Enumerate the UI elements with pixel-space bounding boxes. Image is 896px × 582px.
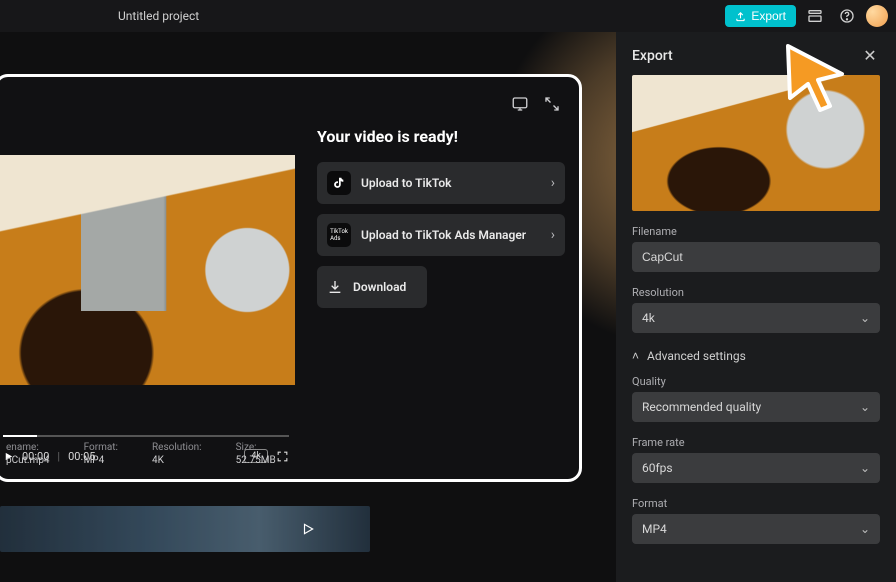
filename-input[interactable] (632, 242, 880, 272)
video-preview[interactable] (0, 155, 295, 385)
download-label: Download (353, 280, 406, 294)
modal-title: Your video is ready! (317, 127, 565, 146)
resolution-select[interactable]: 4k ⌄ (632, 303, 880, 333)
export-panel-title: Export (632, 48, 673, 64)
tiktok-ads-icon: TikTokAds (327, 223, 351, 247)
avatar[interactable] (866, 5, 888, 27)
close-icon[interactable]: ✕ (860, 46, 880, 65)
filename-label: Filename (632, 225, 880, 238)
chevron-down-icon: ⌄ (860, 400, 870, 414)
export-metadata: ename:pCut.mp4 Format:MP4 Resolution:4K … (6, 442, 882, 532)
chevron-up-icon: ˄ (632, 349, 639, 363)
top-bar: Untitled project Export (0, 0, 896, 32)
layout-toggle-icon[interactable] (802, 3, 828, 29)
chevron-right-icon: › (551, 227, 555, 243)
progress-bar[interactable] (3, 435, 289, 437)
expand-icon[interactable] (543, 95, 561, 113)
download-icon (327, 279, 343, 295)
export-button-label: Export (751, 9, 786, 23)
export-button[interactable]: Export (725, 5, 796, 27)
upload-icon (735, 11, 746, 22)
cursor-illustration (780, 40, 860, 120)
upload-to-ads-label: Upload to TikTok Ads Manager (361, 228, 526, 242)
resolution-value: 4k (642, 311, 655, 325)
download-button[interactable]: Download (317, 266, 427, 308)
quality-label: Quality (632, 375, 880, 388)
export-complete-modal: 00:00 | 00:05 4k Your video is ready! Up… (0, 74, 582, 482)
project-title: Untitled project (118, 9, 199, 23)
chevron-down-icon: ⌄ (860, 311, 870, 325)
help-icon[interactable] (834, 3, 860, 29)
advanced-settings-label: Advanced settings (647, 349, 746, 363)
advanced-settings-toggle[interactable]: ˄ Advanced settings (632, 349, 880, 363)
resolution-label: Resolution (632, 286, 880, 299)
upload-to-tiktok-label: Upload to TikTok (361, 176, 452, 190)
monitor-icon[interactable] (511, 95, 529, 113)
tiktok-icon (327, 171, 351, 195)
quality-select[interactable]: Recommended quality ⌄ (632, 392, 880, 422)
upload-to-ads-manager-button[interactable]: TikTokAds Upload to TikTok Ads Manager › (317, 214, 565, 256)
upload-to-tiktok-button[interactable]: Upload to TikTok › (317, 162, 565, 204)
quality-value: Recommended quality (642, 400, 761, 414)
chevron-right-icon: › (551, 175, 555, 191)
